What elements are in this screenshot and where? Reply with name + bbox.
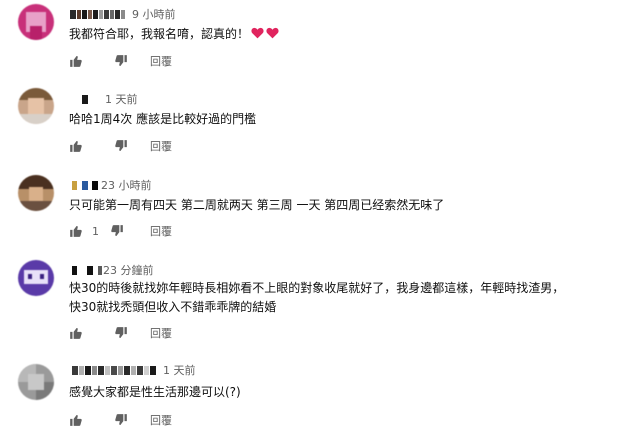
- red-heart-icon: [266, 27, 279, 39]
- comment-actions: 回覆: [69, 138, 172, 154]
- avatar[interactable]: [18, 88, 54, 124]
- comment-actions: 回覆: [69, 325, 172, 341]
- dislike-button[interactable]: [114, 54, 128, 68]
- author-name[interactable]: [72, 265, 77, 275]
- comment-text: 我都符合耶，我報名唷，認真的！: [69, 25, 279, 44]
- like-count: 1: [92, 224, 99, 238]
- like-button[interactable]: [69, 139, 83, 153]
- avatar[interactable]: [18, 175, 54, 211]
- dislike-button[interactable]: [114, 139, 128, 153]
- comment-timestamp[interactable]: 9 小時前: [132, 6, 176, 22]
- dislike-button[interactable]: [110, 224, 124, 238]
- comment-text-line: 快30就找禿頭但收入不錯乖乖牌的結婚: [69, 300, 277, 314]
- reply-button[interactable]: 回覆: [150, 325, 172, 341]
- comment-timestamp[interactable]: 1 天前: [105, 91, 138, 107]
- author-row: 9 小時前: [70, 7, 176, 21]
- comment-actions: 回覆: [69, 412, 172, 428]
- avatar[interactable]: [18, 260, 54, 296]
- avatar[interactable]: [18, 4, 54, 40]
- author-name[interactable]: [72, 365, 78, 375]
- author-name[interactable]: [72, 180, 77, 190]
- comment-text-body: 我都符合耶，我報名唷，認真的！: [69, 27, 250, 41]
- red-heart-icon: [251, 27, 264, 39]
- author-row: 1 天前: [82, 92, 138, 106]
- like-button[interactable]: [69, 413, 83, 427]
- like-button[interactable]: [69, 326, 83, 340]
- comment-timestamp[interactable]: 23 分鐘前: [103, 262, 154, 278]
- reply-button[interactable]: 回覆: [150, 138, 172, 154]
- avatar[interactable]: [18, 364, 54, 400]
- comment-timestamp[interactable]: 1 天前: [163, 362, 196, 378]
- reply-button[interactable]: 回覆: [150, 53, 172, 69]
- reply-button[interactable]: 回覆: [150, 223, 172, 239]
- author-name[interactable]: [82, 94, 88, 104]
- comment-timestamp[interactable]: 23 小時前: [101, 177, 152, 193]
- author-row: 23 小時前: [72, 178, 152, 192]
- like-button[interactable]: [69, 224, 83, 238]
- dislike-button[interactable]: [114, 413, 128, 427]
- author-row: 23 分鐘前: [72, 263, 154, 277]
- comment-actions: 1 回覆: [69, 223, 172, 239]
- comment-text: 只可能第一周有四天 第二周就两天 第三周 一天 第四周已经索然无味了: [69, 198, 445, 212]
- dislike-button[interactable]: [114, 326, 128, 340]
- comment-text: 快30的時後就找妳年輕時長相妳看不上眼的對象收尾就好了，我身邊都這樣，年輕時找渣…: [69, 279, 564, 317]
- comment-text-line: 快30的時後就找妳年輕時長相妳看不上眼的對象收尾就好了，我身邊都這樣，年輕時找渣…: [69, 281, 565, 295]
- comment-text: 哈哈1周4次 應該是比較好過的門檻: [69, 112, 257, 126]
- comment-actions: 回覆: [69, 53, 172, 69]
- comment-text: 感覺大家都是性生活那邊可以(?): [69, 385, 241, 399]
- author-name[interactable]: [70, 9, 76, 19]
- author-row: 1 天前: [72, 363, 196, 377]
- reply-button[interactable]: 回覆: [150, 412, 172, 428]
- like-button[interactable]: [69, 54, 83, 68]
